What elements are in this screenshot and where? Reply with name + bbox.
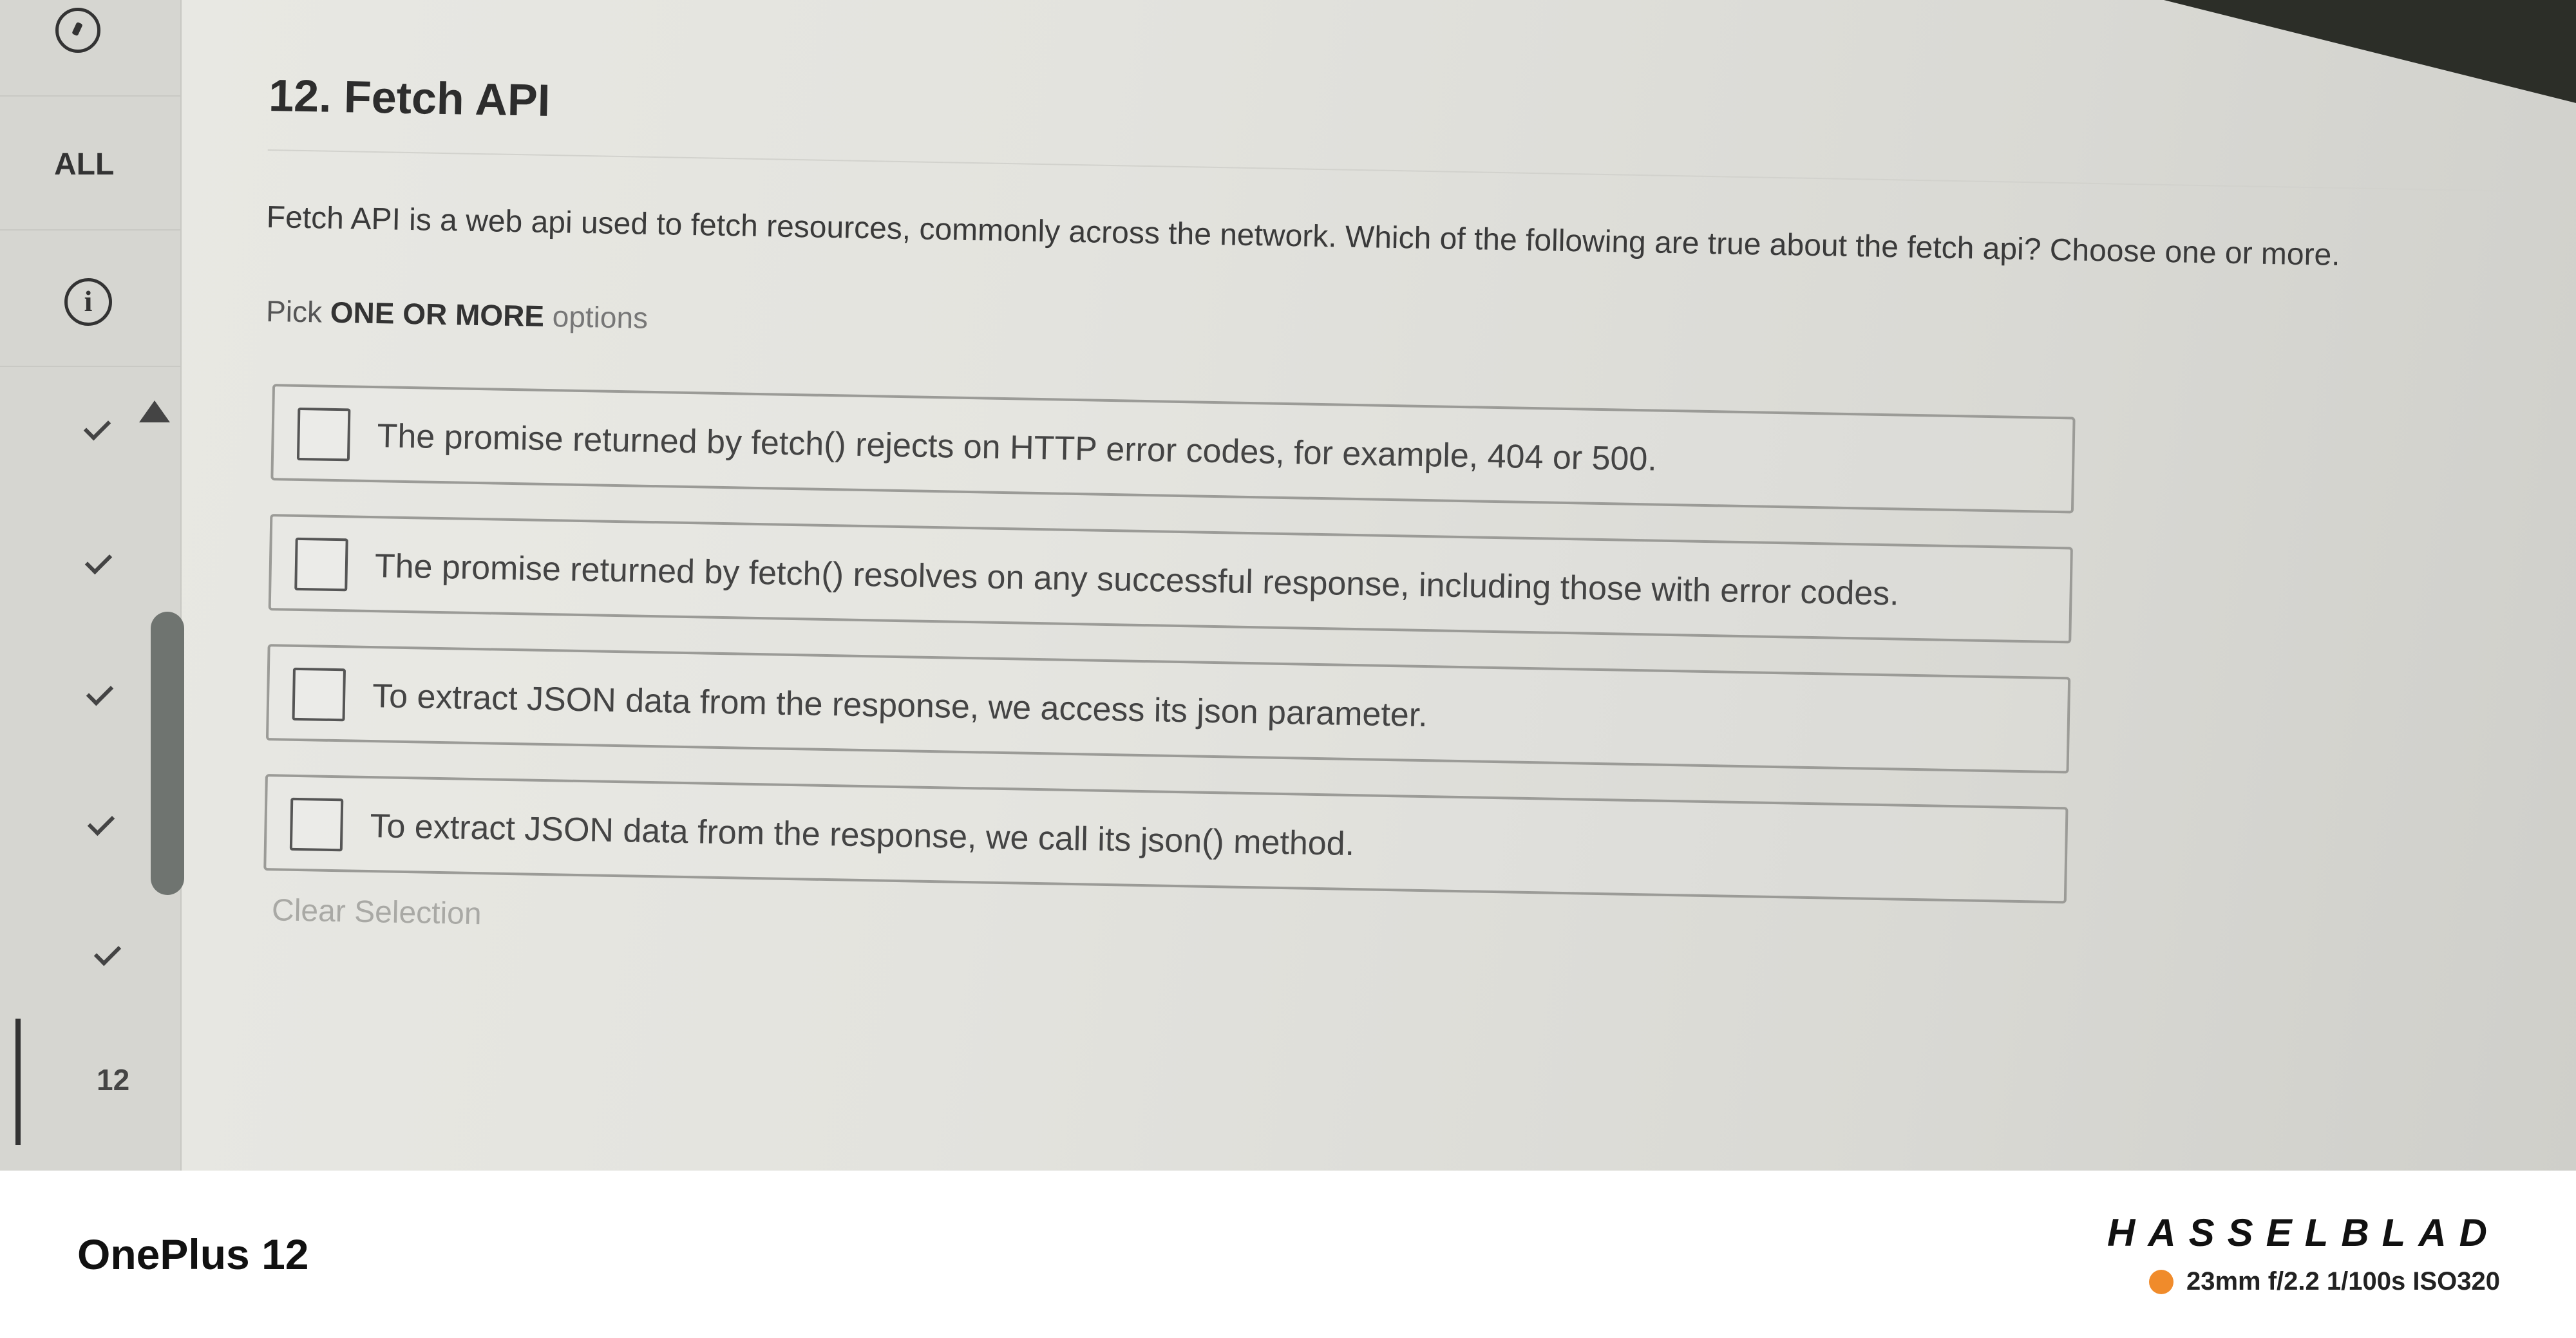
option-label: To extract JSON data from the response, … <box>372 677 1428 735</box>
question-panel: 12. Fetch API Fetch API is a web api use… <box>249 0 2535 1171</box>
scroll-up-arrow-icon[interactable] <box>139 400 170 422</box>
check-icon <box>87 808 115 836</box>
title-divider <box>267 149 2535 193</box>
check-icon <box>86 678 114 706</box>
question-title: 12. Fetch API <box>268 70 551 126</box>
pick-suffix: options <box>544 299 649 335</box>
pick-emphasis: ONE OR MORE <box>330 295 545 333</box>
answer-option[interactable]: To extract JSON data from the response, … <box>263 774 2069 904</box>
current-question-indicator <box>15 1019 21 1145</box>
clear-selection-button[interactable]: Clear Selection <box>272 892 482 932</box>
sidebar-divider <box>0 366 180 367</box>
sidebar-item-all[interactable]: ALL <box>54 147 114 182</box>
camera-watermark: OnePlus 12 HASSELBLAD 23mm f/2.2 1/100s … <box>0 1171 2576 1338</box>
sidebar-divider <box>0 229 180 231</box>
pick-prefix: Pick <box>265 294 331 329</box>
screen-photo: ALL i 12 12. Fetch API Fetch API is a we… <box>0 0 2576 1171</box>
question-prompt: Fetch API is a web api used to fetch res… <box>266 200 2341 272</box>
option-label: The promise returned by fetch() rejects … <box>377 417 1658 478</box>
option-checkbox[interactable] <box>294 537 348 592</box>
spec-dot-icon <box>2149 1270 2174 1294</box>
option-checkbox[interactable] <box>289 797 344 852</box>
pick-instruction: Pick ONE OR MORE options <box>266 294 649 335</box>
answer-option[interactable]: The promise returned by fetch() rejects … <box>270 384 2076 514</box>
sidebar-divider <box>0 95 180 97</box>
check-icon <box>83 413 111 441</box>
answer-option[interactable]: To extract JSON data from the response, … <box>265 644 2071 774</box>
answer-option[interactable]: The promise returned by fetch() resolves… <box>268 514 2073 644</box>
timer-icon[interactable] <box>55 8 100 53</box>
sidebar-item-current-question[interactable]: 12 <box>97 1062 129 1097</box>
check-icon <box>93 938 122 966</box>
info-icon[interactable]: i <box>64 278 112 326</box>
camera-specs-text: 23mm f/2.2 1/100s ISO320 <box>2186 1267 2500 1296</box>
option-checkbox[interactable] <box>292 667 346 722</box>
option-label: The promise returned by fetch() resolves… <box>374 547 1900 613</box>
camera-specs: 23mm f/2.2 1/100s ISO320 <box>2149 1267 2500 1296</box>
option-label: To extract JSON data from the response, … <box>369 807 1355 863</box>
camera-brand-logo: HASSELBLAD <box>2107 1211 2500 1254</box>
check-icon <box>84 547 113 575</box>
sidebar-scrollbar-thumb[interactable] <box>151 612 184 895</box>
option-checkbox[interactable] <box>296 407 351 462</box>
question-sidebar: ALL i 12 <box>0 0 184 1171</box>
device-name: OnePlus 12 <box>77 1230 309 1278</box>
